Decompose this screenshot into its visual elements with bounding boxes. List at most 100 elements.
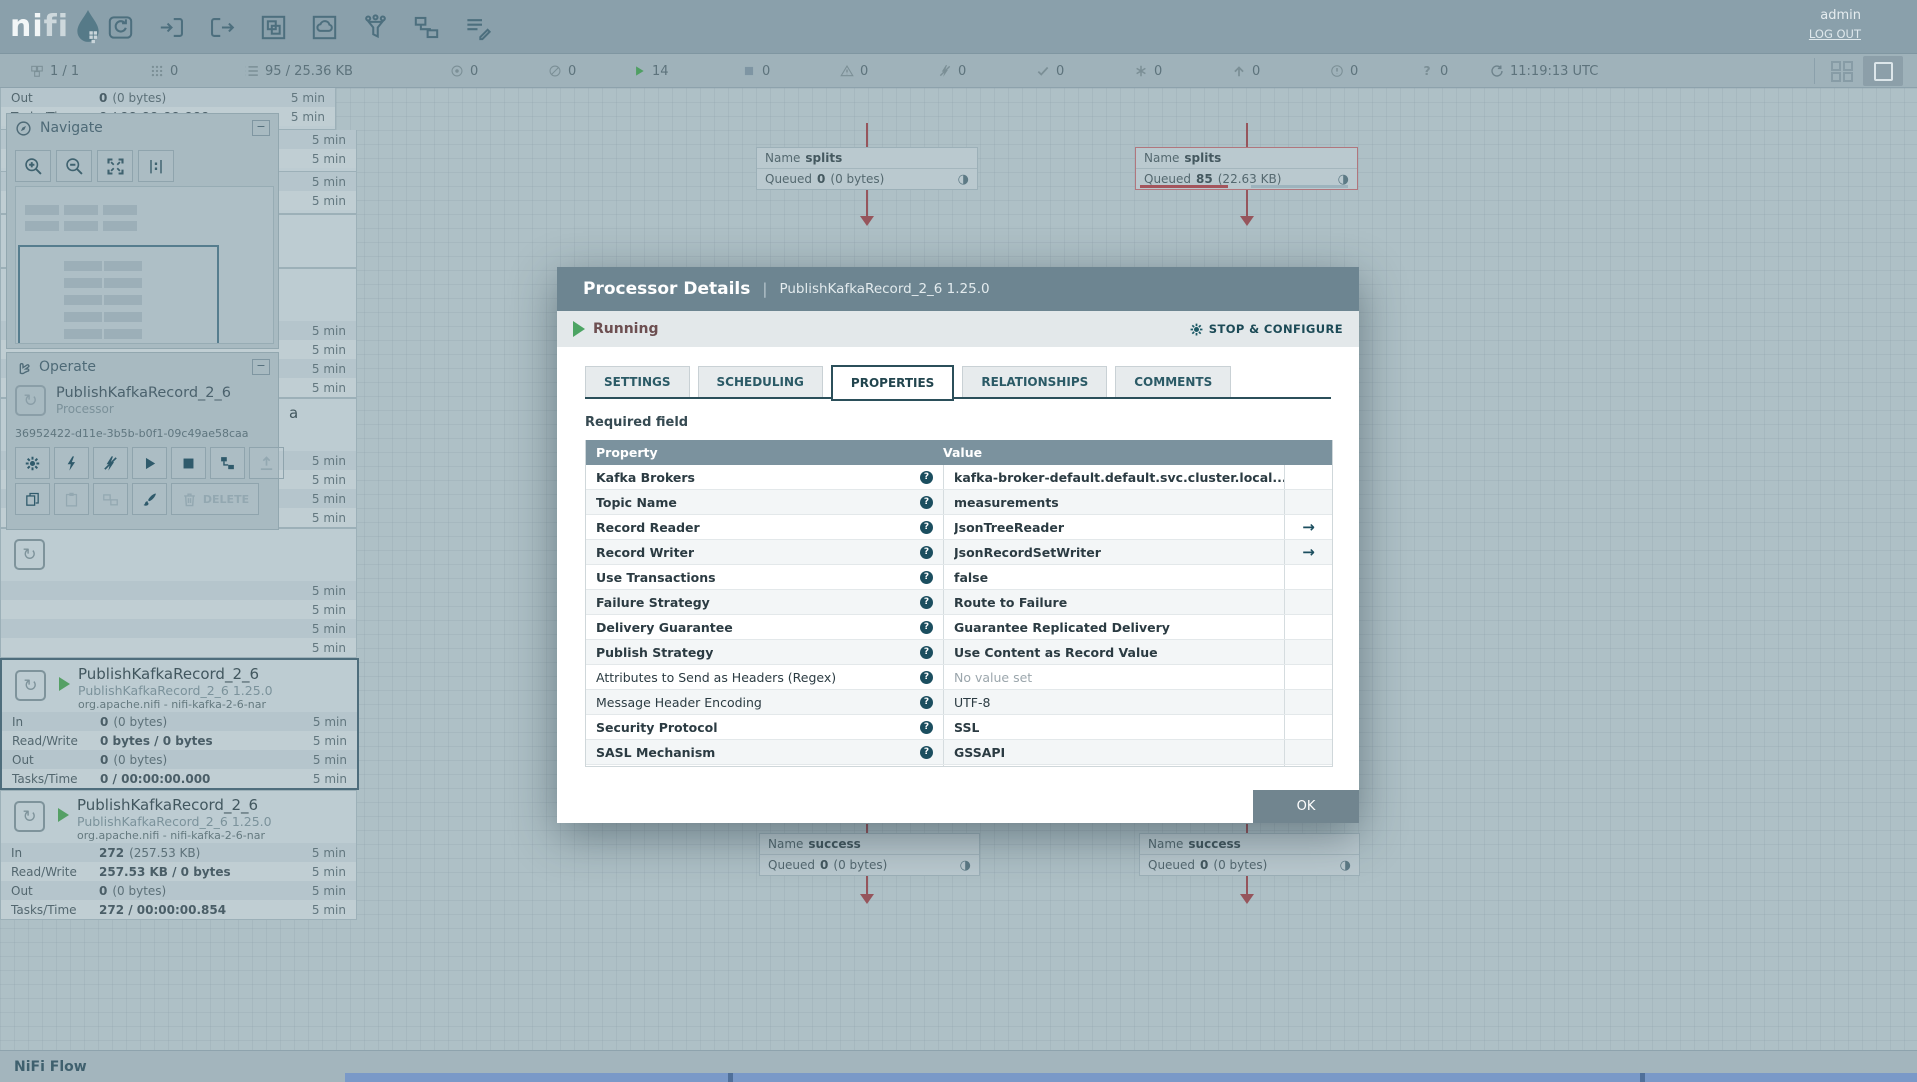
zoom-out-button[interactable] (56, 150, 92, 182)
refresh-area: 11:19:13 UTC (1490, 54, 1598, 88)
template-icon[interactable] (413, 14, 440, 41)
actual-size-button[interactable]: |:| (138, 150, 174, 182)
tab-comments[interactable]: COMMENTS (1115, 366, 1231, 397)
tab-properties[interactable]: PROPERTIES (831, 365, 954, 401)
operate-buttons-row1 (15, 447, 284, 479)
help-icon[interactable]: ? (920, 671, 933, 684)
navigate-collapse-button[interactable]: − (252, 120, 270, 136)
property-value: UTF-8 (954, 695, 990, 710)
property-row: Message Header Encoding?UTF-8 (586, 689, 1332, 714)
go-to-service-icon[interactable]: → (1302, 543, 1315, 561)
value-cell: false (943, 565, 1284, 589)
minimap[interactable] (15, 186, 274, 344)
process-group-icon[interactable] (260, 14, 287, 41)
operate-component-name: PublishKafkaRecord_2_6 (56, 385, 231, 401)
help-icon[interactable]: ? (920, 646, 933, 659)
processor-bundle: org.apache.nifi - nifi-kafka-2-6-nar (77, 829, 265, 842)
input-port-icon[interactable] (158, 14, 185, 41)
help-icon[interactable]: ? (920, 521, 933, 534)
value-cell: SSL (943, 715, 1284, 739)
canvas-view-toggle-button[interactable] (1863, 56, 1903, 86)
property-cell: Publish Strategy? (586, 645, 943, 660)
status-threads-value: 0 (170, 64, 178, 79)
copy-button[interactable] (15, 483, 50, 515)
load-balance-icon: ◑ (1340, 859, 1351, 872)
breadcrumb[interactable]: NiFi Flow (14, 1059, 87, 1075)
status-stale: 0 (1232, 54, 1260, 88)
minimap-viewport[interactable] (18, 245, 219, 344)
status-row: Running STOP & CONFIGURE (557, 311, 1359, 347)
help-icon[interactable]: ? (920, 721, 933, 734)
operate-collapse-button[interactable]: − (252, 359, 270, 375)
stop-button[interactable] (171, 447, 206, 479)
processor[interactable]: ↻5 min5 min5 min5 min (0, 528, 357, 658)
actions-cell (1284, 690, 1332, 714)
start-button[interactable] (132, 447, 167, 479)
connection-line[interactable] (866, 824, 868, 833)
help-icon[interactable]: ? (920, 471, 933, 484)
property-name: Publish Strategy (596, 645, 713, 660)
disable-button[interactable] (93, 447, 128, 479)
connection-label[interactable]: NamesplitsQueued85(22.63 KB)◑ (1135, 147, 1358, 190)
property-row: Failure Strategy?Route to Failure (586, 589, 1332, 614)
ok-button[interactable]: OK (1253, 790, 1359, 823)
help-icon[interactable]: ? (920, 571, 933, 584)
label-icon[interactable] (464, 14, 491, 41)
value-cell: No value set (943, 665, 1284, 689)
configure-button[interactable] (15, 447, 50, 479)
tab-settings[interactable]: SETTINGS (585, 366, 690, 397)
stat-value: 257.53 KB / 0 bytes (99, 865, 231, 879)
processor[interactable]: ↻PublishKafkaRecord_2_6PublishKafkaRecor… (0, 790, 357, 920)
queued-size: (0 bytes) (1213, 858, 1267, 872)
hand-icon (15, 359, 31, 375)
required-field-note: Required field (585, 415, 1331, 430)
transmitting-icon (450, 64, 464, 78)
refresh-icon[interactable] (1490, 64, 1504, 78)
help-icon[interactable]: ? (920, 546, 933, 559)
connection-label[interactable]: NamesuccessQueued0(0 bytes)◑ (759, 833, 980, 876)
help-icon[interactable]: ? (920, 621, 933, 634)
connection-label[interactable]: NamesplitsQueued0(0 bytes)◑ (756, 147, 978, 190)
dialog-subtitle: PublishKafkaRecord_2_6 1.25.0 (779, 281, 989, 297)
status-locally-modified-stale: 0 (1330, 54, 1358, 88)
load-balance-icon: ◑ (958, 173, 969, 186)
help-icon[interactable]: ? (920, 596, 933, 609)
connection-line[interactable] (1246, 824, 1248, 833)
zoom-in-button[interactable] (15, 150, 51, 182)
tab-relationships[interactable]: RELATIONSHIPS (962, 366, 1107, 397)
property-row: Record Reader?JsonTreeReader→ (586, 514, 1332, 539)
enable-button[interactable] (54, 447, 89, 479)
grid-view-button[interactable] (1829, 60, 1855, 82)
property-cell: Failure Strategy? (586, 595, 943, 610)
property-cell: Attributes to Send as Headers (Regex)? (586, 670, 943, 685)
help-icon[interactable]: ? (920, 746, 933, 759)
property-name: Security Protocol (596, 720, 717, 735)
processor-icon[interactable] (107, 14, 134, 41)
horizontal-scrollbar[interactable] (345, 1073, 1917, 1082)
help-icon[interactable]: ? (920, 696, 933, 709)
stat-time: 5 min (312, 175, 346, 189)
processor[interactable]: ↻PublishKafkaRecord_2_6PublishKafkaRecor… (0, 658, 359, 790)
navigate-buttons: |:| (15, 150, 174, 182)
output-port-icon[interactable] (209, 14, 236, 41)
go-to-service-icon[interactable]: → (1302, 518, 1315, 536)
logout-link[interactable]: LOG OUT (1809, 27, 1861, 41)
status-cluster: 1 / 1 (30, 54, 79, 88)
remote-process-group-icon[interactable] (311, 14, 338, 41)
property-cell: Delivery Guarantee? (586, 620, 943, 635)
help-icon[interactable]: ? (920, 496, 933, 509)
funnel-icon[interactable] (362, 14, 389, 41)
color-button[interactable] (132, 483, 167, 515)
connection-label[interactable]: NamesuccessQueued0(0 bytes)◑ (1139, 833, 1360, 876)
stat-time: 5 min (312, 194, 346, 208)
fit-button[interactable] (97, 150, 133, 182)
nifi-logo: nifi (10, 9, 105, 45)
processor-stamp-icon: ↻ (15, 670, 46, 701)
template-button[interactable] (210, 447, 245, 479)
stat-row: 5 min (1, 619, 356, 638)
tab-scheduling[interactable]: SCHEDULING (698, 366, 823, 397)
value-cell: Guarantee Replicated Delivery (943, 615, 1284, 639)
value-cell: UTF-8 (943, 690, 1284, 714)
stat-time: 5 min (312, 473, 346, 487)
stop-and-configure-button[interactable]: STOP & CONFIGURE (1189, 322, 1343, 337)
